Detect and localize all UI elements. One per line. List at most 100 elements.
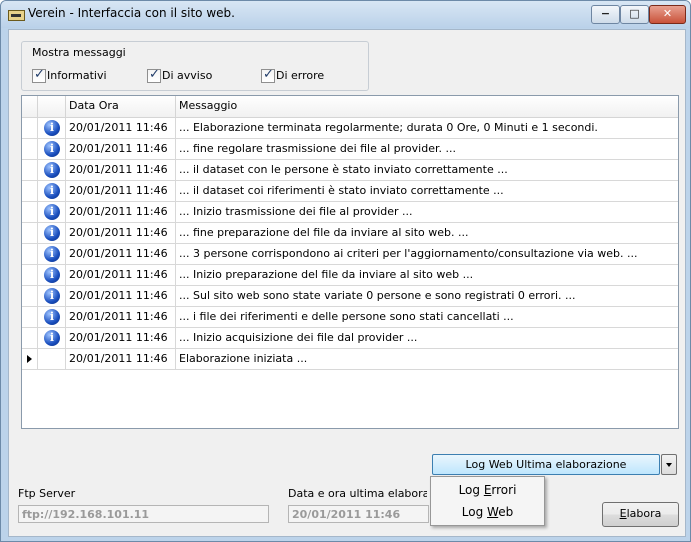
checkbox-di-errore[interactable]: Di errore xyxy=(261,67,341,83)
row-icon-cell: i xyxy=(38,265,66,285)
row-icon-cell xyxy=(38,349,66,369)
table-row[interactable]: i 20/01/2011 11:46... il dataset coi rife… xyxy=(22,181,678,202)
table-row[interactable]: i 20/01/2011 11:46... fine preparazione d… xyxy=(22,223,678,244)
column-header-icon xyxy=(38,96,66,117)
minimize-button[interactable]: − xyxy=(591,5,620,24)
title-bar[interactable]: Verein - Interfaccia con il sito web. − … xyxy=(1,1,690,28)
row-message: ... il dataset con le persone è stato in… xyxy=(179,163,508,176)
row-message: ... il dataset coi riferimenti è stato i… xyxy=(179,184,504,197)
current-row-pointer-icon xyxy=(27,355,32,363)
row-message: ... Inizio acquisizione dei file dal pro… xyxy=(179,331,418,344)
row-message: ... fine preparazione del file da inviar… xyxy=(179,226,469,239)
table-row[interactable]: i 20/01/2011 11:46... Inizio trasmissione… xyxy=(22,202,678,223)
row-message: ... Inizio preparazione del file da invi… xyxy=(179,268,474,281)
row-datetime: 20/01/2011 11:46 xyxy=(66,328,176,348)
row-datetime: 20/01/2011 11:46 xyxy=(66,244,176,264)
menu-item-log-errori[interactable]: Log Errori xyxy=(432,479,543,501)
row-datetime: 20/01/2011 11:46 xyxy=(66,139,176,159)
checkbox-checked-icon[interactable] xyxy=(261,67,275,83)
minimize-icon: − xyxy=(600,7,611,20)
row-icon-cell: i xyxy=(38,244,66,264)
row-selector[interactable] xyxy=(22,139,38,159)
checkbox-checked-icon[interactable] xyxy=(32,67,46,83)
column-header-data-ora[interactable]: Data Ora xyxy=(66,96,176,117)
row-selector[interactable] xyxy=(22,328,38,348)
row-datetime: 20/01/2011 11:46 xyxy=(66,118,176,138)
table-row[interactable]: i 20/01/2011 11:46... Elaborazione termin… xyxy=(22,118,678,139)
info-icon: i xyxy=(44,141,60,157)
table-row[interactable]: i 20/01/2011 11:46... il dataset con le p… xyxy=(22,160,678,181)
table-row[interactable]: i 20/01/2011 11:46... Inizio acquisizione… xyxy=(22,328,678,349)
checkbox-label: Informativi xyxy=(47,69,107,82)
menu-item-log-web[interactable]: Log Web xyxy=(432,501,543,523)
row-datetime: 20/01/2011 11:46 xyxy=(66,223,176,243)
row-selector[interactable] xyxy=(22,223,38,243)
group-title: Mostra messaggi xyxy=(32,46,126,59)
table-row[interactable]: i 20/01/2011 11:46... Inizio preparazione… xyxy=(22,265,678,286)
row-icon-cell: i xyxy=(38,202,66,222)
table-row[interactable]: i 20/01/2011 11:46... i file dei riferime… xyxy=(22,307,678,328)
close-button[interactable]: ✕ xyxy=(649,5,686,24)
close-icon: ✕ xyxy=(662,7,673,20)
row-icon-cell: i xyxy=(38,223,66,243)
last-run-field: 20/01/2011 11:46 xyxy=(288,505,429,523)
message-filter-group: Mostra messaggi Informativi Di avviso Di… xyxy=(21,41,369,91)
row-message: ... i file dei riferimenti e delle perso… xyxy=(179,310,514,323)
row-selector[interactable] xyxy=(22,160,38,180)
info-icon: i xyxy=(44,246,60,262)
row-icon-cell: i xyxy=(38,307,66,327)
log-web-button[interactable]: Log Web Ultima elaborazione xyxy=(432,454,660,475)
row-icon-cell: i xyxy=(38,286,66,306)
checkbox-informativi[interactable]: Informativi xyxy=(32,67,122,83)
last-run-label: Data e ora ultima elaborazione xyxy=(288,487,427,500)
info-icon: i xyxy=(44,183,60,199)
checkbox-label: Di errore xyxy=(276,69,325,82)
row-selector[interactable] xyxy=(22,118,38,138)
ftp-server-label: Ftp Server xyxy=(18,487,76,500)
log-dropdown-menu: Log Errori Log Web xyxy=(430,476,545,526)
grid-header: Data Ora Messaggio xyxy=(22,96,678,118)
row-datetime: 20/01/2011 11:46 xyxy=(66,202,176,222)
info-icon: i xyxy=(44,162,60,178)
column-header-selector xyxy=(22,96,38,117)
column-header-messaggio[interactable]: Messaggio xyxy=(176,96,678,117)
table-row[interactable]: i 20/01/2011 11:46... fine regolare trasm… xyxy=(22,139,678,160)
dropdown-arrow-icon[interactable] xyxy=(661,454,677,475)
maximize-icon: □ xyxy=(629,7,640,20)
row-message: Elaborazione iniziata ... xyxy=(179,352,308,365)
row-icon-cell: i xyxy=(38,118,66,138)
row-datetime: 20/01/2011 11:46 xyxy=(66,160,176,180)
info-icon: i xyxy=(44,309,60,325)
row-datetime: 20/01/2011 11:46 xyxy=(66,286,176,306)
log-web-split-button[interactable]: Log Web Ultima elaborazione xyxy=(432,454,677,475)
elabora-button[interactable]: Elabora xyxy=(602,502,679,527)
checkbox-di-avviso[interactable]: Di avviso xyxy=(147,67,227,83)
row-datetime: 20/01/2011 11:46 xyxy=(66,307,176,327)
row-selector[interactable] xyxy=(22,202,38,222)
window-title: Verein - Interfaccia con il sito web. xyxy=(28,6,235,20)
row-selector[interactable] xyxy=(22,265,38,285)
client-area: Mostra messaggi Informativi Di avviso Di… xyxy=(8,29,686,537)
row-selector[interactable] xyxy=(22,181,38,201)
checkbox-checked-icon[interactable] xyxy=(147,67,161,83)
row-message: ... fine regolare trasmissione dei file … xyxy=(179,142,456,155)
row-selector[interactable] xyxy=(22,286,38,306)
row-message: ... Sul sito web sono state variate 0 pe… xyxy=(179,289,576,302)
table-row[interactable]: i 20/01/2011 11:46... Sul sito web sono s… xyxy=(22,286,678,307)
row-selector[interactable] xyxy=(22,349,38,369)
maximize-button[interactable]: □ xyxy=(620,5,649,24)
messages-grid[interactable]: Data Ora Messaggio i 20/01/2011 11:46... … xyxy=(21,95,679,429)
info-icon: i xyxy=(44,330,60,346)
info-icon: i xyxy=(44,204,60,220)
table-row[interactable]: 20/01/2011 11:46 Elaborazione iniziata ..… xyxy=(22,349,678,370)
row-icon-cell: i xyxy=(38,181,66,201)
row-datetime: 20/01/2011 11:46 xyxy=(66,349,176,369)
info-icon: i xyxy=(44,120,60,136)
table-row[interactable]: i 20/01/2011 11:46... 3 persone corrispon… xyxy=(22,244,678,265)
row-selector[interactable] xyxy=(22,244,38,264)
app-icon xyxy=(8,10,25,21)
info-icon: i xyxy=(44,225,60,241)
row-message: ... Inizio trasmissione dei file al prov… xyxy=(179,205,413,218)
row-selector[interactable] xyxy=(22,307,38,327)
ftp-server-field: ftp://192.168.101.11 xyxy=(18,505,269,523)
